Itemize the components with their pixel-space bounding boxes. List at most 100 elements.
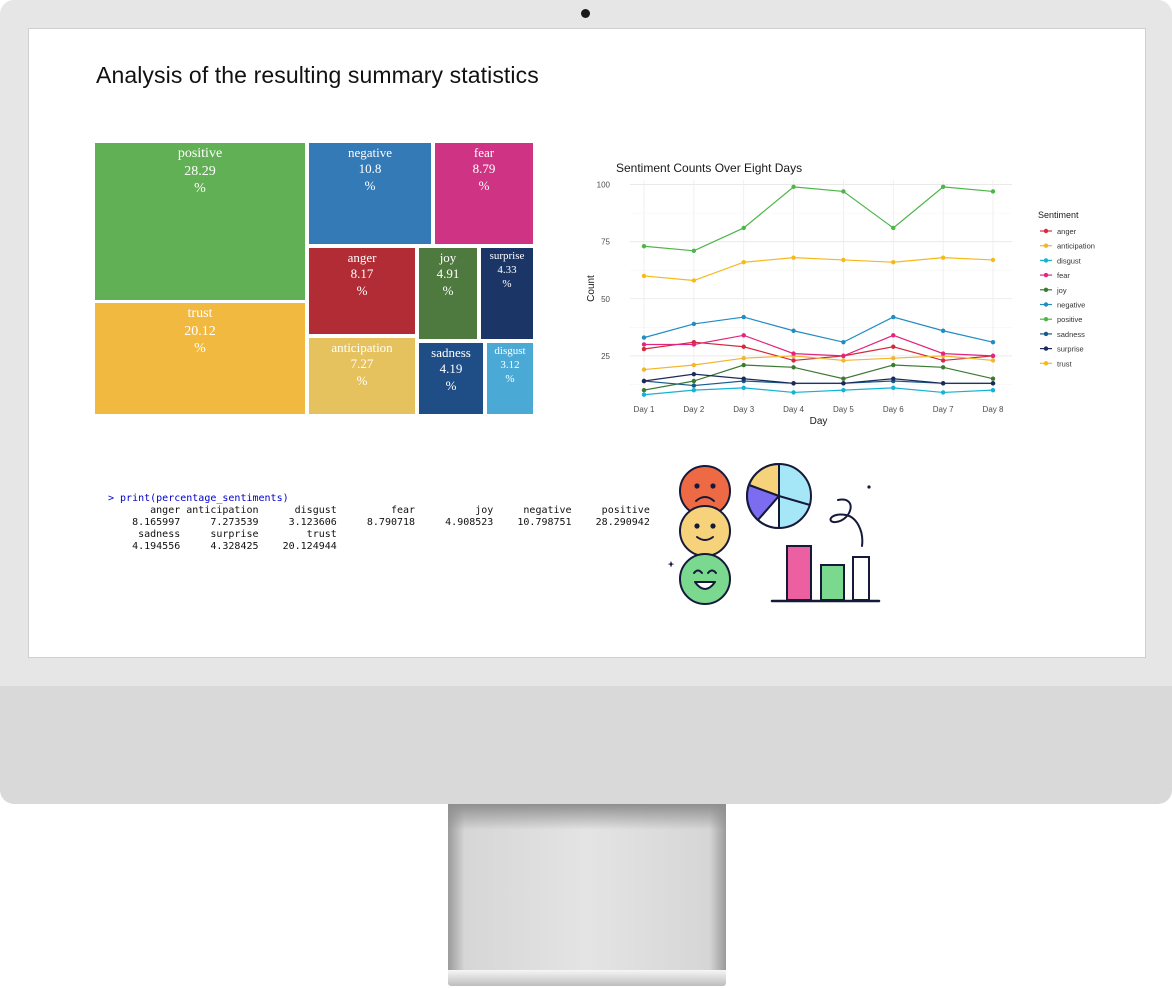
treemap-tile-positive: positive 28.29% [95, 143, 305, 300]
treemap-tile-joy: joy 4.91% [419, 248, 477, 339]
data-point-trust [741, 260, 746, 265]
pie-chart-icon [746, 463, 812, 529]
data-point-positive [940, 184, 946, 190]
data-point-trust [641, 273, 647, 279]
data-point-surprise [891, 376, 896, 381]
treemap-tile-sadness: sadness 4.19% [419, 343, 483, 414]
data-point-positive [990, 189, 996, 194]
data-point-anticipation [841, 358, 846, 363]
legend-key-point [1043, 243, 1049, 248]
data-point-disgust [841, 387, 846, 393]
treemap-tile-label: surprise [489, 250, 525, 262]
data-point-joy [940, 365, 946, 370]
data-point-disgust [741, 385, 746, 391]
data-point-anticipation [990, 358, 996, 363]
data-point-anger [791, 358, 796, 363]
data-point-negative [841, 339, 846, 345]
legend-item-label: surprise [1057, 345, 1084, 354]
data-point-sadness [691, 383, 697, 388]
data-point-joy [791, 365, 796, 370]
treemap-tile-value: 4.91 [436, 266, 460, 282]
data-point-negative [691, 321, 697, 327]
x-tick-label: Day 5 [833, 405, 854, 414]
treemap-tile-unit: % [194, 341, 206, 356]
squiggle-decoration-icon [829, 498, 864, 547]
treemap-tile-value: 4.33 [497, 263, 517, 276]
data-point-anger [891, 344, 896, 349]
console-row: 8.165997 7.273539 3.123606 8.790718 4.90… [108, 517, 656, 528]
treemap-tile-label: anticipation [331, 340, 393, 355]
data-point-disgust [791, 390, 796, 395]
treemap-tile-value: 3.12 [500, 358, 520, 371]
y-tick-label: 75 [601, 238, 610, 247]
treemap-tile-anticipation: anticipation 7.27% [309, 338, 415, 414]
data-point-joy [691, 378, 697, 384]
x-tick-label: Day 4 [783, 405, 804, 414]
sentiment-line-chart: 25 50 75 100 Day 1 Day 2 Day 3 Day 4 Day 5 Day 6 D… [586, 161, 1095, 427]
data-point-trust [940, 255, 946, 260]
data-point-fear [691, 342, 697, 347]
legend-key-point [1043, 317, 1049, 322]
legend-item-label: anticipation [1057, 242, 1095, 251]
series-line-positive [643, 186, 994, 252]
data-point-anticipation [691, 362, 697, 368]
treemap-tile-unit: % [445, 377, 457, 393]
legend-item-label: anger [1057, 227, 1077, 236]
treemap-tile-unit: % [478, 177, 490, 193]
legend-item-label: disgust [1057, 256, 1082, 265]
x-tick-label: Day 3 [733, 405, 754, 414]
series-line-fear [644, 334, 994, 357]
treemap-tile-value: 8.17 [350, 266, 374, 282]
camera-icon [581, 9, 590, 18]
data-point-disgust [691, 387, 697, 393]
data-point-disgust [940, 390, 946, 395]
data-point-negative [741, 314, 746, 320]
console-row: 4.194556 4.328425 20.124944 [108, 541, 343, 552]
treemap-tile-surprise: surprise 4.33% [481, 248, 533, 339]
legend-key-point [1043, 331, 1049, 337]
data-point-joy [990, 376, 996, 381]
treemap-tile-anger: anger 8.17% [309, 248, 415, 334]
console-row: sadness surprise trust [108, 529, 343, 540]
data-point-trust [791, 255, 796, 260]
x-axis-label: Day [810, 416, 828, 427]
series-line-disgust [643, 387, 994, 396]
stand-shadow [448, 804, 726, 830]
data-point-negative [791, 328, 796, 333]
data-point-surprise [741, 376, 746, 381]
data-point-fear [891, 333, 896, 338]
treemap-tile-label: disgust [494, 345, 526, 357]
y-tick-label: 25 [601, 352, 610, 361]
treemap-tile-label: sadness [431, 345, 471, 360]
data-point-fear [791, 351, 796, 356]
legend-key-point [1043, 302, 1049, 307]
data-point-negative [891, 314, 896, 320]
data-point-trust [990, 257, 996, 263]
legend-key-point [1043, 361, 1049, 366]
chart-title: Sentiment Counts Over Eight Days [616, 161, 802, 175]
data-point-anger [641, 346, 647, 352]
data-point-anticipation [641, 367, 647, 372]
legend-item-label: fear [1057, 271, 1070, 280]
data-point-fear [841, 353, 846, 359]
data-point-positive [841, 189, 846, 194]
legend-key-point [1043, 272, 1049, 278]
legend-key-point [1043, 228, 1049, 234]
data-point-surprise [940, 381, 946, 386]
y-axis-label: Count [586, 275, 597, 302]
treemap-tile-value: 28.29 [184, 163, 216, 179]
data-point-joy [741, 362, 746, 368]
series-line-trust [643, 257, 994, 282]
data-point-positive [691, 248, 697, 254]
treemap-tile-trust: trust 20.12% [95, 303, 305, 414]
data-point-joy [891, 362, 896, 368]
data-point-positive [791, 184, 796, 190]
data-point-disgust [990, 387, 996, 393]
data-point-disgust [641, 392, 647, 397]
data-point-positive [641, 244, 647, 249]
treemap-tile-disgust: disgust 3.12% [487, 343, 533, 414]
legend-item-label: positive [1057, 315, 1082, 324]
x-tick-label: Day 6 [883, 405, 904, 414]
data-point-disgust [891, 385, 896, 391]
data-point-fear [990, 353, 996, 359]
